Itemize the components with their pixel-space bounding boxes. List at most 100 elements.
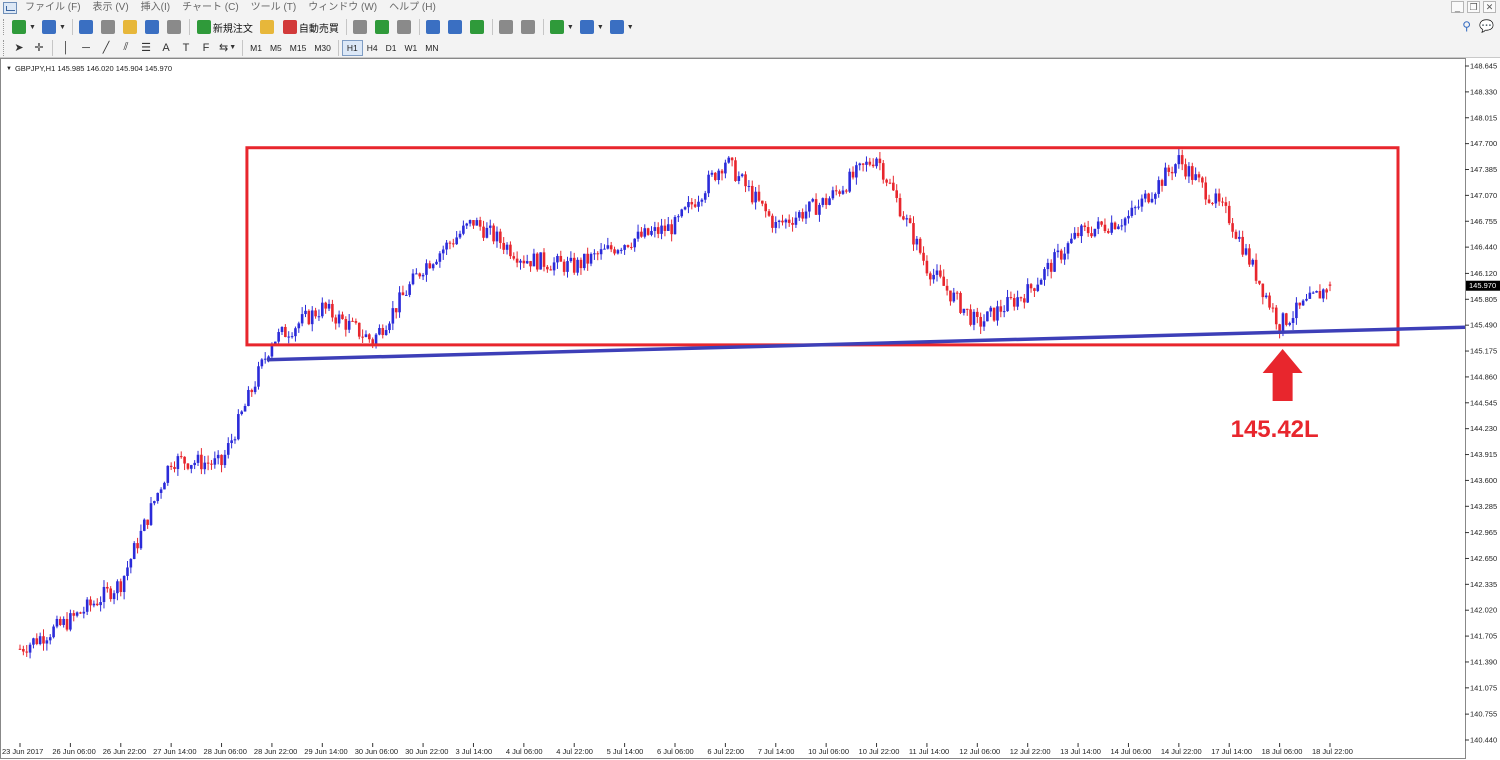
metaeditor-button[interactable]	[258, 18, 278, 36]
profiles-button[interactable]: ▼	[40, 18, 68, 36]
restore-icon[interactable]: ❐	[1467, 1, 1480, 13]
navigator-button[interactable]	[121, 18, 141, 36]
candle-body	[149, 503, 153, 525]
menu-file[interactable]: ファイル (F)	[19, 0, 87, 16]
timeframe-m5[interactable]: M5	[266, 40, 286, 56]
terminal-button[interactable]	[143, 18, 163, 36]
candle-body	[646, 228, 650, 235]
toolbar-grip[interactable]	[3, 39, 6, 56]
candle-body	[1154, 193, 1157, 199]
candle-body	[502, 242, 505, 250]
candle-body	[915, 238, 919, 245]
text-label-button[interactable]: T	[177, 39, 195, 57]
chart-shift-button[interactable]	[497, 18, 517, 36]
candle-body	[1133, 207, 1137, 209]
candle-body	[1090, 233, 1093, 237]
app-chart-icon[interactable]	[3, 2, 17, 14]
crosshair-button[interactable]: ✛	[30, 39, 48, 57]
menu-view[interactable]: 表示 (V)	[87, 0, 135, 16]
timeframe-d1[interactable]: D1	[382, 40, 401, 56]
candle-body	[1157, 180, 1160, 194]
timeframe-mn[interactable]: MN	[421, 40, 442, 56]
plot-frame	[0, 58, 1466, 759]
templates-button[interactable]: ▼	[608, 18, 636, 36]
strategy-tester-button[interactable]	[165, 18, 185, 36]
zoom-in-icon	[425, 20, 440, 34]
candle-body	[700, 199, 704, 202]
candle-body	[1264, 295, 1268, 298]
timeframe-w1[interactable]: W1	[401, 40, 422, 56]
candlestick-button[interactable]	[373, 18, 393, 36]
horizontal-line-button[interactable]: ─	[77, 39, 95, 57]
zoom-out-button[interactable]	[446, 18, 466, 36]
candle-body	[230, 440, 233, 444]
minimize-icon[interactable]: _	[1451, 1, 1464, 13]
navigator-icon	[122, 20, 137, 34]
candle-body	[445, 242, 448, 250]
candle-body	[270, 345, 274, 357]
candle-body	[472, 220, 475, 226]
price-chart[interactable]: 148.645 148.330 148.015 147.700 147.385 147.0…	[0, 58, 1500, 760]
chart-window[interactable]: 148.645 148.330 148.015 147.700 147.385 147.0…	[0, 58, 1500, 760]
cursor-button[interactable]: ➤	[10, 39, 28, 57]
timeframe-m15[interactable]: M15	[286, 40, 311, 56]
candle-body	[1305, 298, 1308, 301]
timeframe-h4[interactable]: H4	[363, 40, 382, 56]
candle-body	[1009, 297, 1013, 299]
vertical-line-button[interactable]: │	[57, 39, 75, 57]
candle-body	[821, 198, 825, 205]
y-tick-label: 146.440	[1470, 243, 1497, 252]
candle-body	[354, 321, 358, 323]
data-window-button[interactable]	[99, 18, 119, 36]
candle-body	[1070, 238, 1073, 244]
auto-scroll-button[interactable]	[519, 18, 539, 36]
timeframe-h1[interactable]: H1	[341, 39, 363, 56]
zoom-in-button[interactable]	[424, 18, 444, 36]
menu-bar: ファイル (F) 表示 (V) 挿入(I) チャート (C) ツール (T) ウ…	[0, 0, 1500, 16]
menu-chart[interactable]: チャート (C)	[176, 0, 245, 16]
text-button[interactable]: A	[157, 39, 175, 57]
up-arrow-icon	[1262, 348, 1303, 401]
tile-windows-button[interactable]	[468, 18, 488, 36]
new-order-button[interactable]: 新規注文	[194, 18, 256, 36]
candle-body	[599, 249, 603, 255]
menu-tools[interactable]: ツール (T)	[245, 0, 303, 16]
candle-body	[408, 284, 411, 295]
chart-menu-triangle-icon[interactable]: ▼	[6, 66, 12, 72]
auto-trading-button[interactable]: 自動売買	[280, 18, 342, 36]
shapes-button[interactable]: ⇆ ▼	[217, 39, 238, 57]
close-icon[interactable]: ✕	[1483, 1, 1496, 13]
candle-body	[1023, 298, 1026, 303]
menu-insert[interactable]: 挿入(I)	[135, 0, 176, 16]
candle-body	[361, 336, 364, 338]
line-chart-button[interactable]	[395, 18, 415, 36]
periods-button[interactable]: ▼	[578, 18, 606, 36]
toolbar-separator	[345, 19, 347, 35]
candle-body	[982, 321, 986, 327]
menu-help[interactable]: ヘルプ (H)	[383, 0, 442, 16]
range-box	[245, 146, 1400, 347]
chat-icon[interactable]: 💬	[1479, 19, 1494, 33]
candle-body	[925, 260, 929, 274]
candle-body	[173, 466, 176, 470]
candle-body	[458, 233, 462, 238]
indicators-button[interactable]: ▼	[548, 18, 576, 36]
arrows-button[interactable]: F	[197, 39, 215, 57]
market-watch-button[interactable]	[77, 18, 97, 36]
timeframe-m1[interactable]: M1	[246, 40, 266, 56]
channel-button[interactable]: ⫽	[117, 39, 135, 57]
new-chart-button[interactable]: ▼	[10, 18, 38, 36]
trendline-button[interactable]: ╱	[97, 39, 115, 57]
menu-window[interactable]: ウィンドウ (W)	[302, 0, 383, 16]
toolbar-grip[interactable]	[3, 19, 6, 35]
fibonacci-button[interactable]: ☰	[137, 39, 155, 57]
candlestick-icon	[374, 20, 389, 34]
timeframe-m30[interactable]: M30	[310, 40, 335, 56]
y-tick-label: 140.440	[1470, 736, 1497, 745]
bar-chart-button[interactable]	[351, 18, 371, 36]
candle-body	[1160, 180, 1164, 186]
candle-body	[28, 644, 32, 653]
candle-body	[576, 259, 579, 273]
search-icon[interactable]: ⚲	[1462, 19, 1471, 33]
candle-body	[979, 316, 982, 327]
